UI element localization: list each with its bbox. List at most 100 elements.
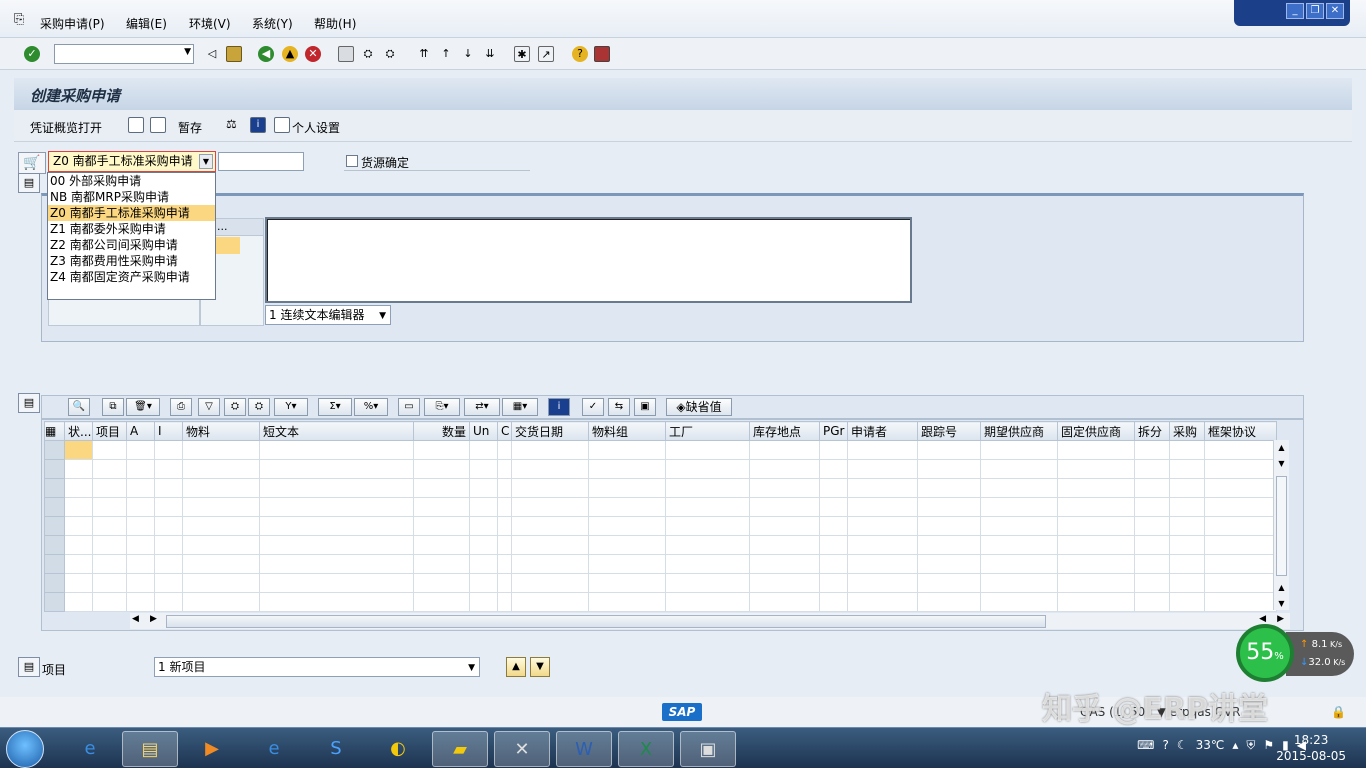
table-cell[interactable] — [1169, 497, 1205, 517]
table-cell[interactable] — [980, 592, 1058, 612]
table-cell[interactable] — [847, 440, 918, 460]
col-c[interactable]: C — [497, 421, 512, 441]
table-cell[interactable] — [1134, 440, 1170, 460]
table-cell[interactable] — [847, 592, 918, 612]
sap-gui-icon[interactable]: ✕ — [494, 731, 550, 767]
details-icon[interactable]: 🔍 — [68, 398, 90, 416]
table-cell[interactable] — [64, 554, 93, 574]
ie-icon[interactable]: e — [246, 731, 302, 767]
table-cell[interactable] — [1134, 497, 1170, 517]
table-cell[interactable] — [917, 592, 981, 612]
table-cell[interactable] — [64, 478, 93, 498]
table-cell[interactable] — [665, 554, 750, 574]
default-values-button[interactable]: ◈缺省值 — [666, 398, 732, 416]
table-cell[interactable] — [917, 516, 981, 536]
chevron-down-icon[interactable]: ▼ — [184, 47, 191, 57]
table-cell[interactable] — [1204, 440, 1277, 460]
scroll-right-icon[interactable]: ▶ — [150, 614, 157, 624]
info-icon[interactable]: i — [548, 398, 570, 416]
table-cell[interactable] — [154, 516, 183, 536]
table-cell[interactable] — [64, 516, 93, 536]
table-cell[interactable] — [497, 554, 512, 574]
table-cell[interactable] — [154, 573, 183, 593]
table-cell[interactable] — [126, 497, 155, 517]
row-selector[interactable] — [44, 478, 65, 498]
table-cell[interactable] — [980, 535, 1058, 555]
table-cell[interactable] — [92, 440, 127, 460]
copy-document-icon[interactable] — [150, 117, 166, 133]
table-cell[interactable] — [1204, 497, 1277, 517]
table-row[interactable] — [44, 535, 1277, 555]
table-cell[interactable] — [1204, 554, 1277, 574]
table-cell[interactable] — [917, 440, 981, 460]
clipboard-icon[interactable]: ▣ — [634, 398, 656, 416]
security-icon[interactable]: ⛨ — [1246, 738, 1255, 753]
table-cell[interactable] — [511, 440, 589, 460]
table-cell[interactable] — [1134, 554, 1170, 574]
table-cell[interactable] — [182, 478, 260, 498]
select-all-icon[interactable]: ▦ — [44, 421, 65, 441]
table-cell[interactable] — [92, 554, 127, 574]
table-cell[interactable] — [413, 573, 470, 593]
table-cell[interactable] — [126, 478, 155, 498]
table-cell[interactable] — [588, 554, 666, 574]
table-cell[interactable] — [665, 535, 750, 555]
table-cell[interactable] — [588, 573, 666, 593]
header-toggle-icon[interactable]: ▤ — [18, 173, 40, 193]
table-cell[interactable] — [469, 478, 498, 498]
table-cell[interactable] — [259, 516, 414, 536]
print-icon[interactable] — [338, 46, 354, 62]
table-cell[interactable] — [259, 478, 414, 498]
dropdown-option-selected[interactable]: Z0 南都手工标准采购申请 — [48, 205, 215, 221]
cpu-usage-gauge[interactable]: 55% — [1236, 624, 1294, 682]
table-cell[interactable] — [92, 592, 127, 612]
table-cell[interactable] — [749, 554, 820, 574]
table-cell[interactable] — [511, 516, 589, 536]
dropdown-option[interactable]: NB 南都MRP采购申请 — [48, 189, 215, 205]
table-cell[interactable] — [1057, 478, 1135, 498]
excel-icon[interactable]: X — [618, 731, 674, 767]
info-icon[interactable]: i — [250, 117, 266, 133]
table-cell[interactable] — [92, 573, 127, 593]
table-cell[interactable] — [126, 573, 155, 593]
table-cell[interactable] — [819, 573, 848, 593]
table-cell[interactable] — [749, 497, 820, 517]
table-cell[interactable] — [1134, 592, 1170, 612]
table-row[interactable] — [44, 440, 1277, 460]
table-cell[interactable] — [154, 497, 183, 517]
table-cell[interactable] — [259, 592, 414, 612]
find-next-icon[interactable]: ⛭ — [382, 46, 398, 62]
view-icon[interactable]: ▭ — [398, 398, 420, 416]
table-cell[interactable] — [511, 592, 589, 612]
table-cell[interactable] — [980, 516, 1058, 536]
table-cell[interactable] — [511, 459, 589, 479]
col-outline-agreement[interactable]: 框架协议 — [1204, 421, 1277, 441]
col-unit[interactable]: Un — [469, 421, 498, 441]
table-cell[interactable] — [511, 478, 589, 498]
chevron-down-icon[interactable]: ▼ — [199, 154, 213, 169]
table-cell[interactable] — [1134, 478, 1170, 498]
table-cell[interactable] — [154, 554, 183, 574]
table-cell[interactable] — [847, 554, 918, 574]
table-row[interactable] — [44, 573, 1277, 593]
table-cell[interactable] — [1057, 592, 1135, 612]
table-cell[interactable] — [469, 573, 498, 593]
table-cell[interactable] — [469, 440, 498, 460]
sap-logon-icon[interactable]: ▰ — [432, 731, 488, 767]
table-cell[interactable] — [847, 573, 918, 593]
table-cell[interactable] — [154, 592, 183, 612]
table-cell[interactable] — [980, 573, 1058, 593]
table-cell[interactable] — [665, 592, 750, 612]
clock[interactable]: 18:23 2015-08-05 — [1276, 732, 1346, 764]
scroll-down-icon[interactable]: ▼ — [1274, 456, 1289, 472]
table-cell[interactable] — [665, 497, 750, 517]
qq-browser-icon[interactable]: ◐ — [370, 731, 426, 767]
table-cell[interactable] — [819, 478, 848, 498]
find-icon[interactable]: ⛭ — [224, 398, 246, 416]
table-cell[interactable] — [588, 535, 666, 555]
table-cell[interactable] — [259, 497, 414, 517]
table-cell[interactable] — [1169, 573, 1205, 593]
col-fixed-vendor[interactable]: 固定供应商 — [1057, 421, 1135, 441]
table-cell[interactable] — [1169, 554, 1205, 574]
table-cell[interactable] — [497, 497, 512, 517]
